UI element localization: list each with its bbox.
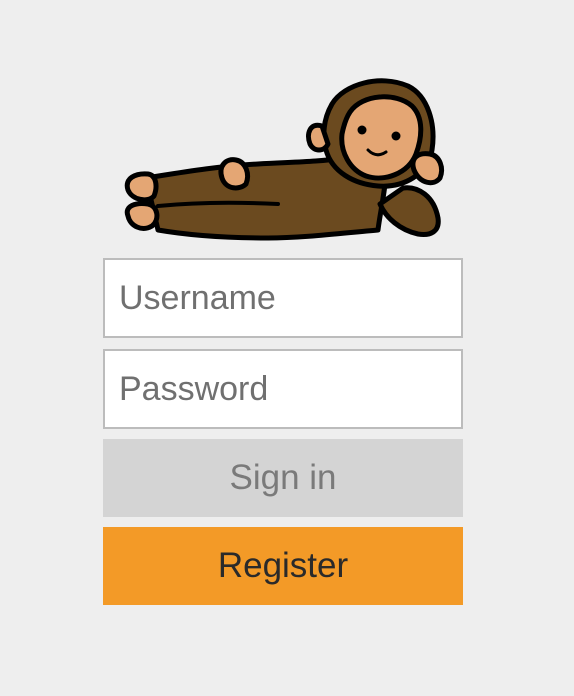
monkey-mascot-icon xyxy=(118,78,452,244)
username-input[interactable] xyxy=(103,258,463,338)
register-button[interactable]: Register xyxy=(103,527,463,605)
password-input[interactable] xyxy=(103,349,463,429)
sign-in-button[interactable]: Sign in xyxy=(103,439,463,517)
